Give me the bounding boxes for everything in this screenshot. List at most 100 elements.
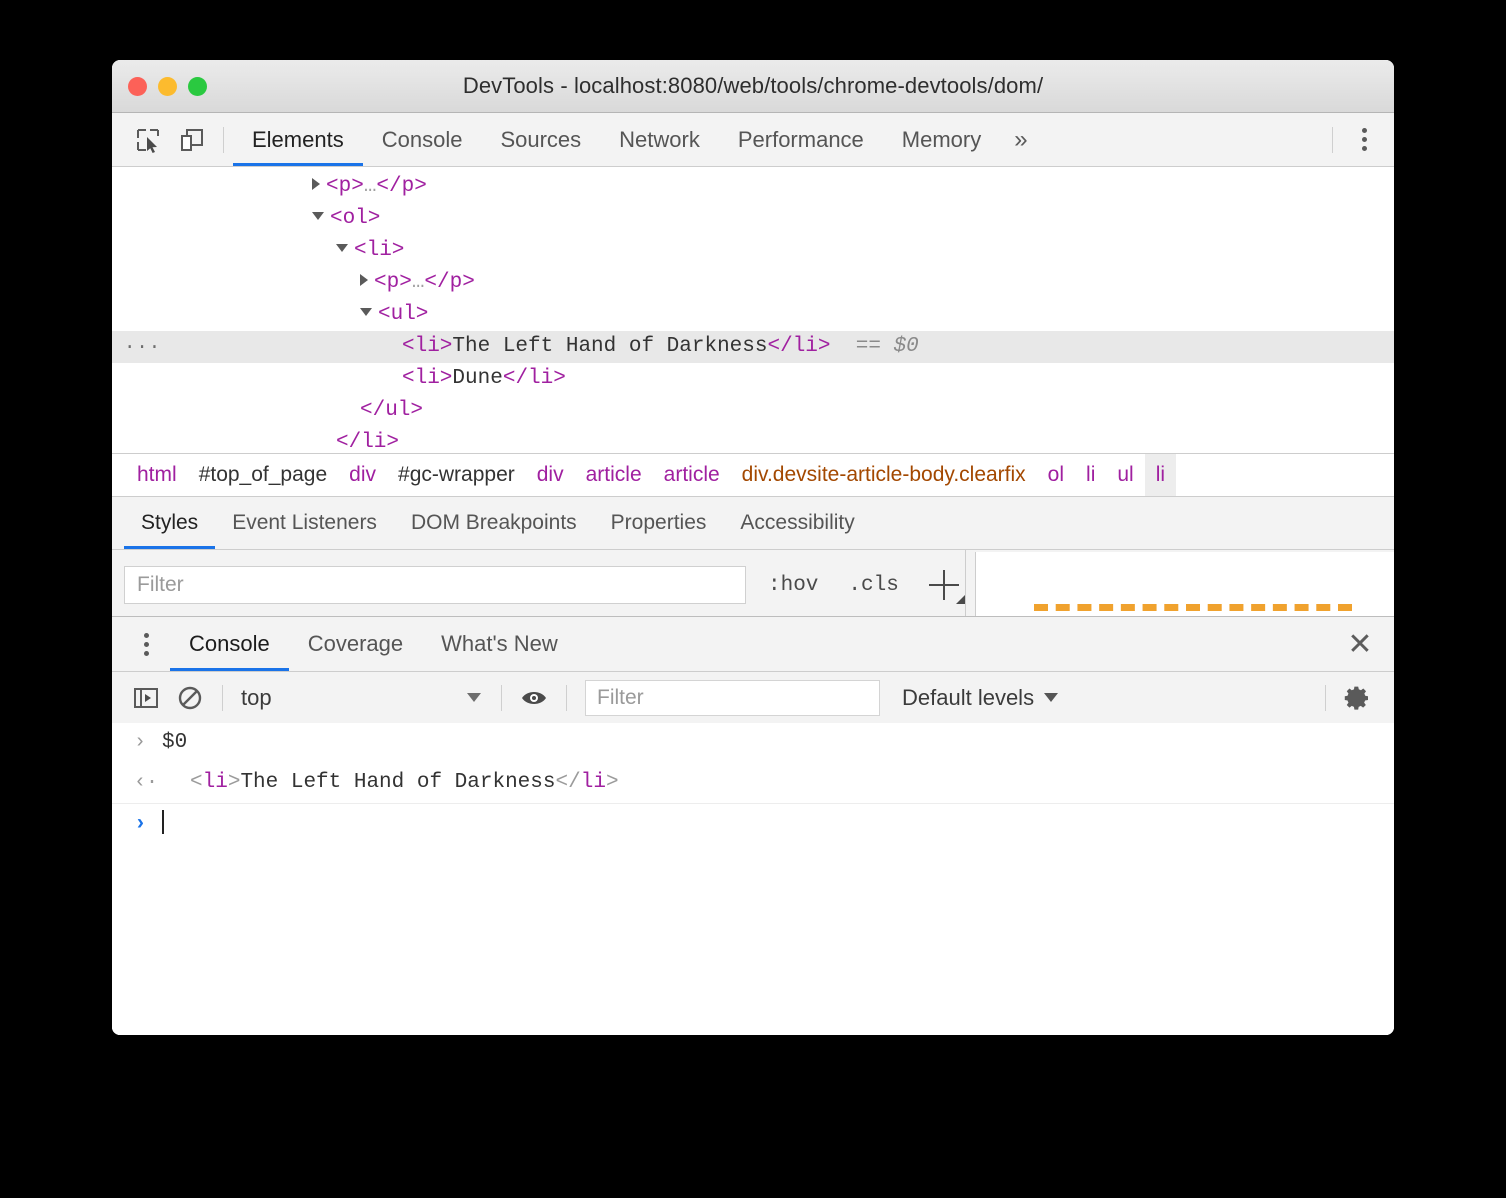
dom-open-tag: <li> xyxy=(354,239,405,262)
drawer-tab-bar: Console Coverage What's New ✕ xyxy=(112,617,1394,672)
dom-open-tag: <ol> xyxy=(330,207,381,230)
tab-console[interactable]: Console xyxy=(363,113,482,166)
breadcrumb-item-article[interactable]: article xyxy=(575,454,653,496)
plus-icon[interactable] xyxy=(927,568,965,604)
breadcrumb-item-div-2[interactable]: div xyxy=(526,454,575,496)
dom-row[interactable]: <li> xyxy=(112,235,1394,267)
box-model-margin-border xyxy=(1034,604,1352,611)
tab-label: Performance xyxy=(737,126,864,152)
tab-label: Network xyxy=(619,126,700,152)
collapse-triangle-icon[interactable] xyxy=(360,308,372,317)
toolbar-divider xyxy=(501,684,502,711)
toggle-element-state-button[interactable]: :hov xyxy=(760,574,826,597)
tab-label: Sources xyxy=(500,126,582,152)
collapse-triangle-icon[interactable] xyxy=(312,212,324,221)
dom-row[interactable]: </ul> xyxy=(112,395,1394,427)
toolbar-divider xyxy=(223,126,224,153)
dom-row[interactable]: <p>…</p> xyxy=(112,171,1394,203)
dom-row[interactable]: <p>…</p> xyxy=(112,267,1394,299)
toolbar-divider xyxy=(566,684,567,711)
tab-sources[interactable]: Sources xyxy=(481,113,600,166)
drawer-tab-whats-new[interactable]: What's New xyxy=(422,617,577,671)
live-expression-icon[interactable] xyxy=(512,676,556,720)
tab-properties[interactable]: Properties xyxy=(594,497,724,549)
tab-performance[interactable]: Performance xyxy=(719,113,883,166)
tab-network[interactable]: Network xyxy=(600,113,719,166)
dom-row[interactable]: <ul> xyxy=(112,299,1394,331)
console-log-levels-selector[interactable]: Default levels xyxy=(902,685,1059,711)
element-classes-button[interactable]: .cls xyxy=(840,574,906,597)
breadcrumb-item-gc-wrapper[interactable]: #gc-wrapper xyxy=(387,454,526,496)
device-toolbar-icon[interactable] xyxy=(170,118,214,162)
breadcrumb-item-html[interactable]: html xyxy=(126,454,188,496)
tab-label: Console xyxy=(381,126,463,152)
expand-triangle-icon[interactable] xyxy=(360,274,368,287)
html-bracket: </ xyxy=(555,771,581,794)
breadcrumb-item-article-body[interactable]: div.devsite-article-body.clearfix xyxy=(731,454,1037,496)
dom-row[interactable]: <ol> xyxy=(112,203,1394,235)
breadcrumb-item-div[interactable]: div xyxy=(338,454,387,496)
expand-triangle-icon[interactable] xyxy=(312,178,320,191)
styles-pane: Filter :hov .cls xyxy=(112,550,1394,620)
tab-accessibility[interactable]: Accessibility xyxy=(723,497,871,549)
maximize-window-button[interactable] xyxy=(188,77,207,96)
breadcrumb-item-article-2[interactable]: article xyxy=(653,454,731,496)
title-bar: DevTools - localhost:8080/web/tools/chro… xyxy=(112,60,1394,113)
tab-styles[interactable]: Styles xyxy=(124,497,216,549)
kebab-menu-icon[interactable] xyxy=(122,617,170,671)
dom-text-node: The Left Hand of Darkness xyxy=(452,335,768,358)
chevron-down-icon xyxy=(467,693,481,702)
dom-row-badge[interactable]: ··· xyxy=(124,331,161,363)
tab-label: Properties xyxy=(610,511,707,534)
console-input-message[interactable]: › $0 xyxy=(112,723,1394,763)
gear-icon[interactable] xyxy=(1336,676,1380,720)
close-icon[interactable]: ✕ xyxy=(1340,625,1380,665)
drawer-tab-coverage[interactable]: Coverage xyxy=(289,617,422,671)
console-filter-input[interactable]: Filter xyxy=(585,679,880,716)
dom-selection-ref-text: == $0 xyxy=(855,335,919,358)
dom-row[interactable]: </li> xyxy=(112,427,1394,453)
breadcrumb-item-li[interactable]: li xyxy=(1075,454,1106,496)
breadcrumb-item-top-of-page[interactable]: #top_of_page xyxy=(188,454,338,496)
dom-row[interactable]: <li>Dune</li> xyxy=(112,363,1394,395)
console-toolbar: top Filter Default levels xyxy=(112,672,1394,724)
clear-console-icon[interactable] xyxy=(168,676,212,720)
minimize-window-button[interactable] xyxy=(158,77,177,96)
tab-event-listeners[interactable]: Event Listeners xyxy=(215,497,394,549)
close-window-button[interactable] xyxy=(128,77,147,96)
kebab-menu-icon[interactable] xyxy=(1342,118,1386,162)
collapse-triangle-icon[interactable] xyxy=(336,244,348,253)
dom-collapsed-dots: … xyxy=(363,175,377,198)
styles-filter-input[interactable]: Filter xyxy=(124,566,746,604)
main-tab-bar: Elements Console Sources Network Perform… xyxy=(112,113,1394,167)
console-sidebar-icon[interactable] xyxy=(124,676,168,720)
chevron-down-icon xyxy=(1044,693,1059,702)
more-tabs-icon[interactable]: » xyxy=(1000,113,1041,166)
breadcrumb-item-li-selected[interactable]: li xyxy=(1144,454,1177,496)
dom-tree-panel[interactable]: <p>…</p> <ol> <li> <p>…</p> <ul> ··· <li>… xyxy=(112,167,1394,453)
inspect-element-icon[interactable] xyxy=(126,118,170,162)
html-text-node: The Left Hand of Darkness xyxy=(240,771,556,794)
html-tag-name: li xyxy=(580,771,606,794)
console-context-selector[interactable]: top xyxy=(233,678,491,718)
dom-row-selected[interactable]: ··· <li>The Left Hand of Darkness</li> ==… xyxy=(112,331,1394,363)
window-controls xyxy=(128,77,207,96)
html-tag-name: li xyxy=(202,771,228,794)
computed-box-model-pane xyxy=(966,550,1394,620)
console-message-list[interactable]: › $0 ‹· <li>The Left Hand of Darkness</l… xyxy=(112,723,1394,1035)
tab-dom-breakpoints[interactable]: DOM Breakpoints xyxy=(394,497,594,549)
tab-memory[interactable]: Memory xyxy=(883,113,1000,166)
tab-label: Elements xyxy=(252,126,344,152)
console-output-message[interactable]: ‹· <li>The Left Hand of Darkness</li> xyxy=(112,763,1394,804)
dom-close-tag: </li> xyxy=(502,367,566,390)
dom-close-tag: </ul> xyxy=(360,399,424,422)
main-toolbar-right xyxy=(1323,118,1394,162)
drawer-tab-console[interactable]: Console xyxy=(170,617,289,671)
tab-elements[interactable]: Elements xyxy=(233,113,363,166)
breadcrumb: html #top_of_page div #gc-wrapper div ar… xyxy=(112,453,1394,497)
breadcrumb-item-ul[interactable]: ul xyxy=(1106,454,1144,496)
console-prompt-caret xyxy=(162,810,164,834)
dom-close-tag: </p> xyxy=(376,175,427,198)
breadcrumb-item-ol[interactable]: ol xyxy=(1037,454,1075,496)
console-prompt[interactable]: › xyxy=(112,804,1394,846)
